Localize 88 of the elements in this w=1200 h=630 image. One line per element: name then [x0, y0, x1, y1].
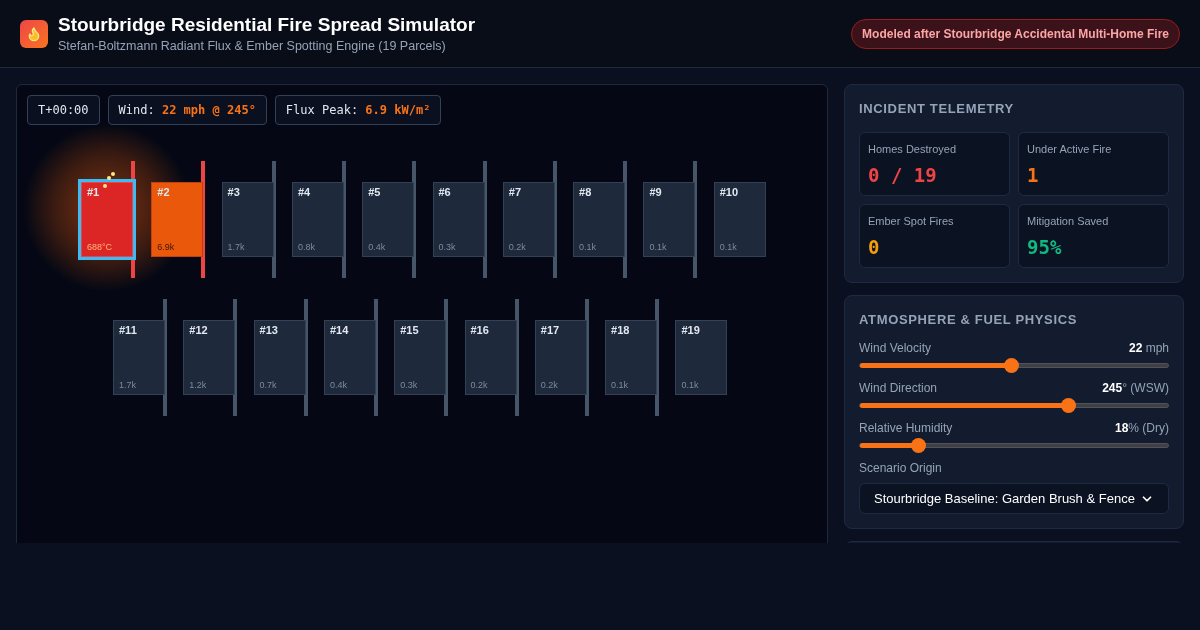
parcel-number: #3 — [227, 187, 241, 198]
house-parcel[interactable]: #4 0.8k — [291, 182, 344, 257]
slider-thumb[interactable] — [1003, 358, 1019, 373]
slider-label: Wind Direction — [859, 380, 938, 397]
parcel-number: #17 — [540, 325, 561, 336]
status-chip: Flux Peak: 6.9 kW/m² — [274, 95, 442, 125]
house-parcel[interactable]: #6 0.3k — [432, 182, 485, 257]
parcel-reading: 0.3k — [438, 243, 457, 252]
house-parcel[interactable]: #13 0.7k — [253, 320, 306, 395]
parcel-number: #12 — [189, 325, 209, 336]
house-parcel[interactable]: #16 0.2k — [464, 320, 517, 395]
slider-reading: 245° (WSW) — [1102, 380, 1169, 397]
slider-reading: 22 mph — [1128, 340, 1169, 357]
parcel-reading: 0.1k — [719, 243, 738, 252]
panel-heading: ATMOSPHERE & FUEL PHYSICS — [859, 310, 1079, 329]
slider-track[interactable] — [859, 403, 1169, 408]
parcel-number: #13 — [259, 325, 279, 336]
house-parcel[interactable]: #3 1.7k — [221, 182, 274, 257]
house-parcel[interactable]: #19 0.1k — [675, 320, 728, 395]
parcel-number: #7 — [508, 187, 523, 198]
parcel-reading: 1.7k — [119, 381, 137, 390]
parcel-number: #10 — [719, 187, 740, 198]
stat-value: 0 — [868, 235, 881, 260]
house-parcel[interactable]: #9 0.1k — [643, 182, 696, 257]
app-subtitle: Stefan-Boltzmann Radiant Flux & Ember Spotting Engine (19 Parcels) — [58, 38, 447, 55]
parcel-number: #18 — [611, 325, 631, 336]
parcel-number: #19 — [681, 325, 701, 336]
house-parcel[interactable]: #1 688°C — [81, 182, 133, 257]
parcel-reading: 688°C — [87, 243, 114, 252]
parcel-number: #4 — [297, 187, 312, 198]
parcel-number: #5 — [368, 187, 382, 198]
parcel-number: #6 — [438, 187, 452, 198]
slider-reading: 18% (Dry) — [1114, 420, 1169, 437]
parcel-number: #16 — [470, 325, 490, 336]
parcel-reading: 0.1k — [611, 381, 630, 390]
slider-thumb[interactable] — [1061, 398, 1077, 413]
house-parcel[interactable]: #14 0.4k — [323, 320, 376, 395]
parcel-reading: 0.1k — [579, 243, 598, 252]
house-parcel[interactable]: #11 1.7k — [113, 320, 165, 395]
parcel-number: #9 — [649, 187, 663, 198]
status-chip: Wind: 22 mph @ 245° — [107, 95, 267, 125]
house-parcel[interactable]: #7 0.2k — [502, 182, 555, 257]
parcel-number: #15 — [400, 325, 420, 336]
parcel-number: #1 — [87, 187, 101, 198]
stat-label: Under Active Fire — [1027, 141, 1113, 157]
source-badge: Modeled after Stourbridge Accidental Multi-Home Fire — [851, 18, 1180, 49]
slider-thumb[interactable] — [910, 438, 926, 453]
house-parcel[interactable]: #5 0.4k — [362, 182, 415, 257]
house-parcel[interactable]: #18 0.1k — [605, 320, 658, 395]
parcel-reading: 0.2k — [508, 243, 527, 252]
field-label: Scenario Origin — [859, 460, 943, 477]
house-parcel[interactable]: #8 0.1k — [573, 182, 626, 257]
parcel-reading: 0.1k — [649, 243, 668, 252]
flame-icon — [20, 19, 48, 48]
parcel-reading: 1.7k — [227, 243, 246, 252]
stat-value: 95% — [1027, 235, 1063, 260]
parcel-reading: 0.1k — [681, 381, 700, 390]
parcel-reading: 0.2k — [470, 381, 489, 390]
house-parcel[interactable]: #17 0.2k — [534, 320, 587, 395]
stat-value: 1 — [1027, 163, 1040, 188]
slider-label: Wind Velocity — [859, 340, 932, 357]
house-parcel[interactable]: #10 0.1k — [713, 182, 766, 257]
parcel-number: #11 — [119, 325, 138, 336]
scenario-select[interactable]: Stourbridge Baseline: Garden Brush & Fence — [859, 483, 1169, 514]
stat-label: Ember Spot Fires — [868, 213, 955, 229]
parcel-number: #8 — [579, 187, 593, 198]
slider-track[interactable] — [859, 363, 1169, 368]
house-parcel[interactable]: #15 0.3k — [394, 320, 447, 395]
parcel-reading: 1.2k — [189, 381, 208, 390]
slider-label: Relative Humidity — [859, 420, 953, 437]
status-chip: T+00:00 — [27, 95, 100, 125]
stat-value: 0 / 19 — [868, 163, 938, 188]
parcel-reading: 6.9k — [157, 243, 176, 252]
panel-heading: INCIDENT TELEMETRY — [859, 100, 1015, 118]
parcel-reading: 0.4k — [329, 381, 348, 390]
parcel-number: #14 — [329, 325, 350, 336]
parcel-reading: 0.3k — [400, 381, 419, 390]
parcel-number: #2 — [157, 187, 171, 198]
parcel-reading: 0.2k — [540, 381, 559, 390]
house-parcel[interactable]: #12 1.2k — [183, 320, 236, 395]
slider-track[interactable] — [859, 443, 1169, 448]
parcel-reading: 0.4k — [368, 243, 387, 252]
app-title: Stourbridge Residential Fire Spread Simulator — [58, 12, 476, 37]
parcel-reading: 0.7k — [259, 381, 278, 390]
stat-label: Homes Destroyed — [868, 141, 958, 157]
parcel-reading: 0.8k — [297, 243, 316, 252]
house-parcel[interactable]: #2 6.9k — [151, 182, 204, 257]
stat-label: Mitigation Saved — [1027, 213, 1110, 229]
